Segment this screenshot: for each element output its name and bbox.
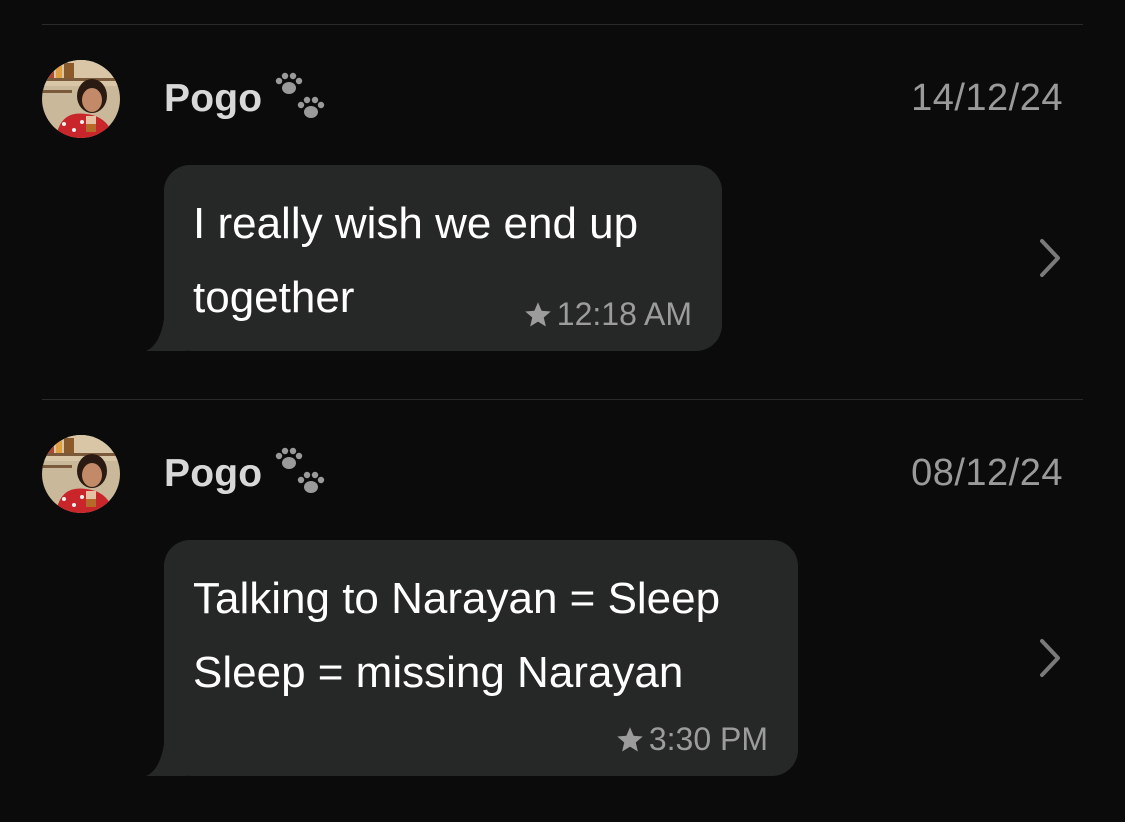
message-time: 3:30 PM (648, 721, 768, 757)
message-date: 08/12/24 (911, 452, 1063, 494)
message-meta: 3:30 PM (615, 721, 768, 758)
avatar-photo (42, 435, 120, 513)
sender: Pogo (164, 447, 330, 501)
starred-messages-list: Pogo 14/12/24 I really wish we end up to… (0, 0, 1125, 822)
chevron-right-icon[interactable] (1037, 638, 1063, 678)
star-icon (617, 726, 643, 751)
avatar[interactable] (42, 435, 120, 513)
message-bubble[interactable]: Talking to Narayan = Sleep Sleep = missi… (146, 540, 800, 776)
paw-prints-icon (276, 447, 325, 493)
starred-message-row[interactable]: Pogo 08/12/24 Talking to Narayan = Sleep… (0, 0, 1125, 822)
sender-name: Pogo (164, 452, 263, 495)
message-text: Talking to Narayan = Sleep Sleep = missi… (193, 574, 721, 697)
